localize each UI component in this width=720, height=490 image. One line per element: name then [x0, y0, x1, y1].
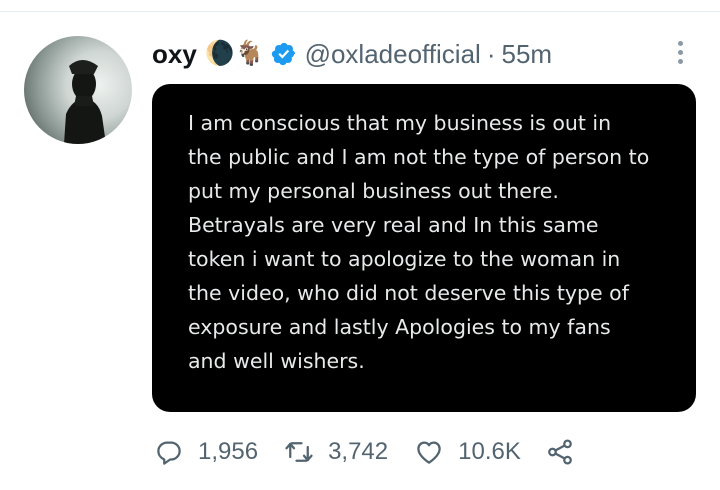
- tweet-image-card[interactable]: I am conscious that my business is out i…: [152, 84, 696, 412]
- more-options-icon[interactable]: [668, 36, 692, 68]
- text-line: exposure and lastly Apologies to my fans: [188, 315, 611, 339]
- avatar[interactable]: [24, 36, 132, 144]
- verified-badge-icon: [271, 42, 295, 66]
- share-icon: [547, 439, 572, 465]
- text-line: put my personal business out there.: [188, 179, 559, 203]
- separator-dot: ·: [486, 38, 496, 69]
- avatar-silhouette: [64, 60, 106, 144]
- tweet-header: oxy 🌘🐐 @oxladeofficial · 55m: [152, 36, 552, 72]
- like-button[interactable]: 10.6K: [414, 437, 521, 467]
- author-handle[interactable]: @oxladeofficial: [305, 39, 481, 70]
- reply-icon: [157, 441, 181, 465]
- text-line: and well wishers.: [188, 349, 365, 373]
- share-button[interactable]: [545, 437, 575, 467]
- text-line: I am conscious that my business is out i…: [188, 111, 612, 135]
- top-divider: [0, 11, 720, 12]
- retweet-icon: [285, 442, 313, 462]
- author-name[interactable]: oxy: [152, 39, 197, 70]
- tweet-actions: 1,956 3,742 10.6K: [154, 432, 601, 472]
- like-count: 10.6K: [458, 438, 521, 465]
- tweet-timestamp[interactable]: 55m: [502, 39, 553, 70]
- retweet-count: 3,742: [328, 438, 389, 465]
- reply-button[interactable]: 1,956: [154, 437, 258, 467]
- author-emojis: 🌘🐐: [204, 40, 265, 67]
- retweet-button[interactable]: 3,742: [284, 437, 388, 467]
- text-line: the public and I am not the type of pers…: [188, 145, 650, 169]
- like-icon: [417, 441, 441, 464]
- text-line: Betrayals are very real and In this same: [188, 213, 599, 237]
- tweet-image-text: I am conscious that my business is out i…: [188, 106, 678, 378]
- reply-count: 1,956: [198, 438, 259, 465]
- text-line: the video, who did not deserve this type…: [188, 281, 629, 305]
- text-line: token i want to apologize to the woman i…: [188, 247, 621, 271]
